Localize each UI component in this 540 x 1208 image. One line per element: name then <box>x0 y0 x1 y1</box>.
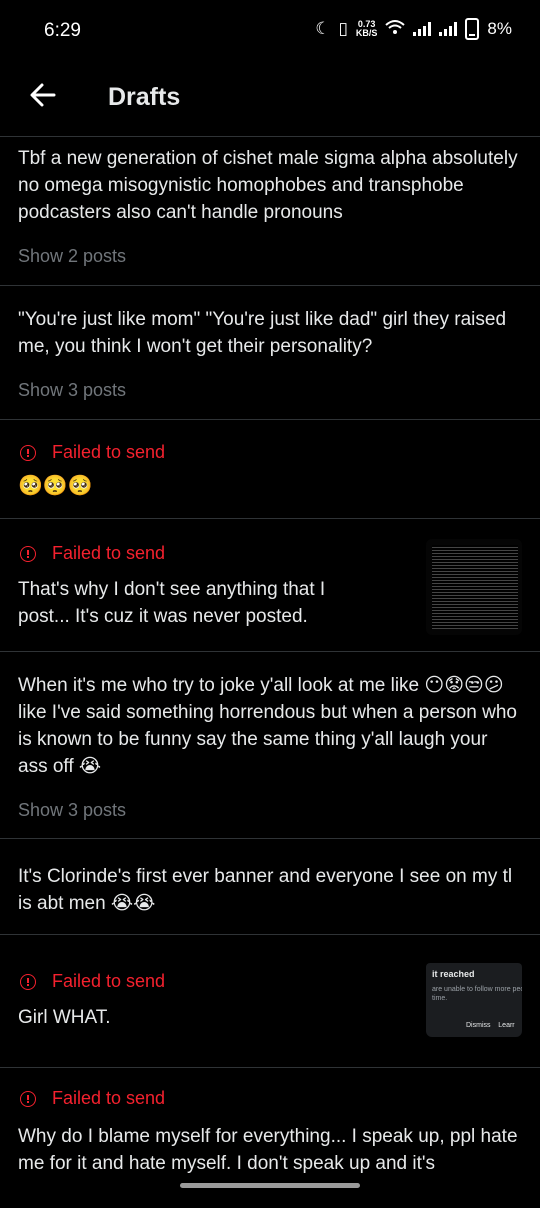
failed-label: Failed to send <box>52 543 166 563</box>
draft-text: When it's me who try to joke y'all look … <box>18 675 517 777</box>
battery-level: 8% <box>487 19 512 38</box>
draft-text: Why do I blame myself for everything... … <box>18 1126 518 1174</box>
page-title: Drafts <box>108 83 181 111</box>
failed-status: Failed to send <box>18 442 522 463</box>
drafts-list: Tbf a new generation of cishet male sigm… <box>0 137 540 1208</box>
back-arrow-icon[interactable] <box>28 80 58 110</box>
status-icons: ☾ ▯ 0.73 KB/S 8% <box>315 18 512 40</box>
status-bar: 6:29 ☾ ▯ 0.73 KB/S 8% <box>0 0 540 62</box>
failed-label: Failed to send <box>52 442 166 462</box>
error-icon <box>20 1090 36 1107</box>
battery-icon <box>465 18 480 40</box>
thumbnail-dismiss: Dismiss <box>466 1022 491 1029</box>
draft-item-failed[interactable]: Failed to send That's why I don't see an… <box>0 519 540 652</box>
signal-icon <box>413 22 432 36</box>
home-indicator[interactable] <box>180 1183 360 1188</box>
failed-label: Failed to send <box>52 1088 166 1108</box>
top-bar: Drafts <box>0 62 540 137</box>
thumbnail-body-2: time. <box>432 995 448 1002</box>
draft-item-failed[interactable]: Failed to send 🥺🥺🥺 <box>0 420 540 519</box>
draft-item-failed[interactable]: Failed to send Girl WHAT. it reached are… <box>0 935 540 1068</box>
draft-text: It's Clorinde's first ever banner and ev… <box>18 866 513 914</box>
failed-status: Failed to send <box>18 1088 522 1109</box>
draft-text: Tbf a new generation of cishet male sigm… <box>18 148 518 223</box>
show-posts-link[interactable]: Show 3 posts <box>18 800 522 821</box>
attached-image-thumbnail[interactable] <box>426 539 522 635</box>
attached-image-thumbnail[interactable]: it reached are unable to follow more peo… <box>426 955 522 1037</box>
draft-item[interactable]: When it's me who try to joke y'all look … <box>0 652 540 839</box>
thumbnail-card: it reached are unable to follow more peo… <box>426 963 522 1037</box>
draft-item[interactable]: It's Clorinde's first ever banner and ev… <box>0 839 540 935</box>
error-icon <box>20 973 36 990</box>
error-icon <box>20 545 36 562</box>
thumbnail-title: it reached <box>432 969 475 979</box>
net-speed-unit: KB/S <box>355 28 378 38</box>
draft-text: "You're just like mom" "You're just like… <box>18 309 507 357</box>
status-time: 6:29 <box>44 20 81 41</box>
draft-text: That's why I don't see anything that I p… <box>18 579 326 627</box>
net-speed: 0.73 KB/S <box>356 20 378 38</box>
failed-label: Failed to send <box>52 971 166 991</box>
thumbnail-learn: Learr <box>498 1022 515 1029</box>
draft-item[interactable]: Tbf a new generation of cishet male sigm… <box>0 137 540 286</box>
draft-text: 🥺🥺🥺 <box>18 475 93 497</box>
draft-item[interactable]: "You're just like mom" "You're just like… <box>0 286 540 420</box>
signal-icon-2 <box>439 22 458 36</box>
vibrate-icon: ▯ <box>338 19 348 38</box>
thumbnail-actions: Dismiss Learr <box>466 1022 515 1029</box>
error-icon <box>20 444 36 461</box>
moon-icon: ☾ <box>315 19 331 38</box>
show-posts-link[interactable]: Show 2 posts <box>18 246 522 267</box>
show-posts-link[interactable]: Show 3 posts <box>18 380 522 401</box>
thumbnail-body: are unable to follow more peop <box>432 986 522 993</box>
wifi-icon <box>385 19 406 40</box>
